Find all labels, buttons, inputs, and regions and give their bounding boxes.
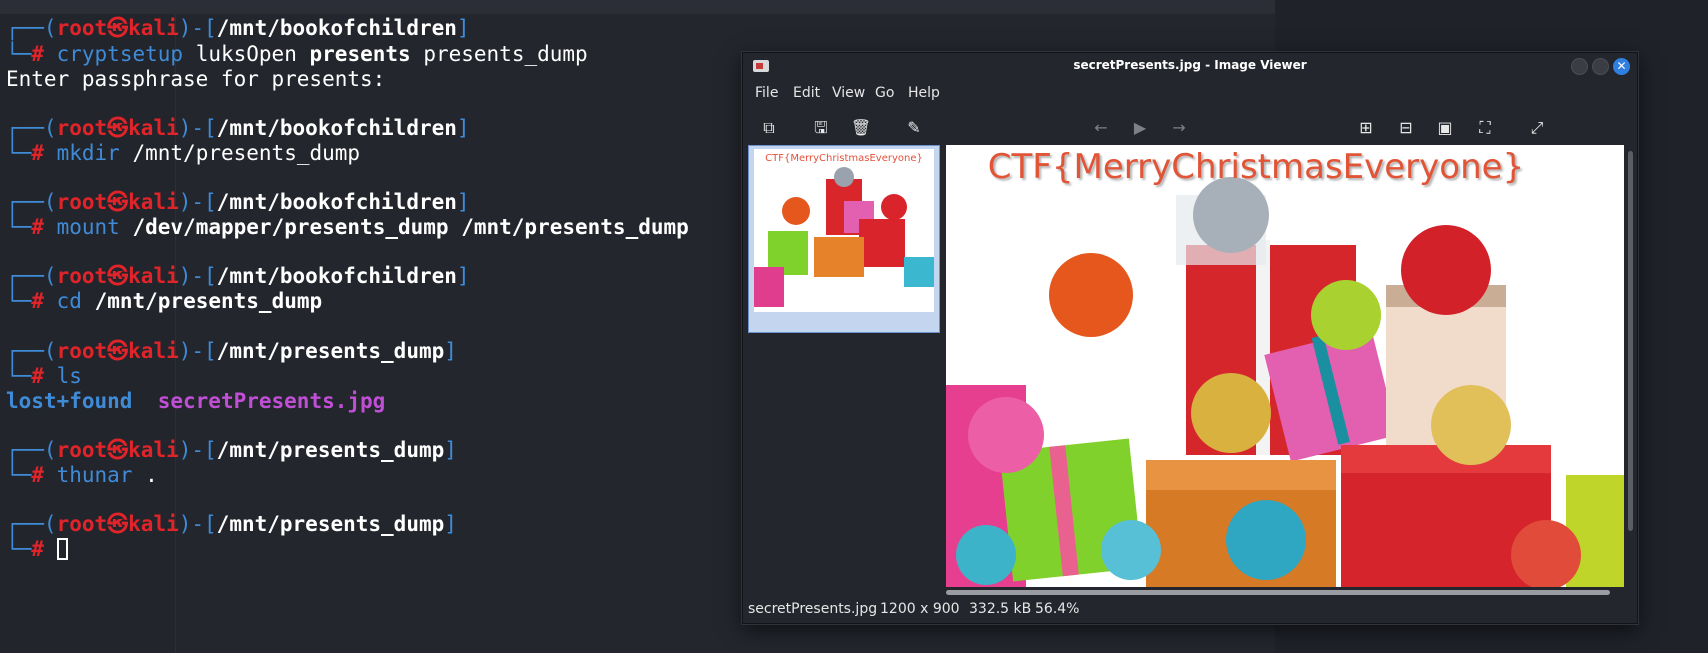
menu-bar: File Edit View Go Help [743,83,1637,105]
delete-icon[interactable]: 🗑 [849,116,873,140]
text-cursor [56,538,68,560]
prompt-line: ┌──(root㉿kali)-[/mnt/bookofchildren] [6,190,470,214]
thumbnail-pane: CTF{MerryChristmasEveryone} [743,145,945,595]
command-line: └─# ls [6,364,82,388]
terminal[interactable]: ┌──(root㉿kali)-[/mnt/bookofchildren] └─#… [0,0,740,653]
status-dimensions: 1200 x 900 [880,601,960,617]
menu-help[interactable]: Help [908,85,940,101]
status-zoom: 56.4% [1035,601,1080,617]
menu-file[interactable]: File [755,85,778,101]
save-icon[interactable]: 🖫 [809,116,833,140]
status-bar: secretPresents.jpg 1200 x 900 332.5 kB 5… [743,599,1637,621]
command-line[interactable]: └─# [6,536,68,562]
zoom-100-icon[interactable]: ▣ [1433,116,1457,140]
gifts-thumbnail-art [754,167,934,307]
fullscreen-icon[interactable]: ⤢ [1525,116,1549,140]
image-caption: CTF{MerryChristmasEveryone} [987,147,1525,187]
prompt-line: ┌──(root㉿kali)-[/mnt/bookofchildren] [6,264,470,288]
prompt-line: ┌──(root㉿kali)-[/mnt/presents_dump] [6,339,457,363]
toolbar: ⧉ 🖫 🗑 ✎ ← ▶ → ⊞ ⊟ ▣ ⛶ ⤢ [743,113,1637,143]
status-filename: secretPresents.jpg [748,601,878,617]
close-button[interactable]: ✕ [1613,58,1630,75]
title-bar[interactable]: secretPresents.jpg - Image Viewer ✕ [743,53,1637,81]
command-line: └─# cd /mnt/presents_dump [6,289,323,313]
main-image[interactable]: CTF{MerryChristmasEveryone} [946,145,1624,587]
ls-output: lost+found secretPresents.jpg [6,389,386,413]
back-arrow-icon[interactable]: ← [1089,116,1113,140]
edit-icon[interactable]: ✎ [902,116,926,140]
prompt-line: ┌──(root㉿kali)-[/mnt/bookofchildren] [6,16,470,40]
command-line: └─# mount /dev/mapper/presents_dump /mnt… [6,215,689,239]
open-icon[interactable]: ⧉ [757,116,781,140]
window-title: secretPresents.jpg - Image Viewer [1073,58,1307,72]
zoom-out-icon[interactable]: ⊟ [1394,116,1418,140]
zoom-in-icon[interactable]: ⊞ [1354,116,1378,140]
menu-edit[interactable]: Edit [793,85,820,101]
menu-go[interactable]: Go [875,85,894,101]
command-line: └─# mkdir /mnt/presents_dump [6,141,361,165]
output-line: Enter passphrase for presents: [6,67,386,91]
fit-icon[interactable]: ⛶ [1473,116,1497,140]
forward-arrow-icon[interactable]: → [1167,116,1191,140]
menu-view[interactable]: View [832,85,865,101]
status-filesize: 332.5 kB [969,601,1032,617]
gifts-image-art [946,177,1624,587]
command-line: └─# thunar . [6,463,158,487]
vertical-scrollbar[interactable] [1628,151,1633,531]
image-viewer-window[interactable]: secretPresents.jpg - Image Viewer ✕ File… [742,52,1638,624]
horizontal-scrollbar[interactable] [946,590,1610,595]
prompt-line: ┌──(root㉿kali)-[/mnt/presents_dump] [6,438,457,462]
prompt-line: ┌──(root㉿kali)-[/mnt/presents_dump] [6,512,457,536]
thumbnail-selected[interactable]: CTF{MerryChristmasEveryone} [748,145,940,333]
play-icon[interactable]: ▶ [1128,116,1152,140]
minimize-button[interactable] [1571,58,1588,75]
prompt-line: ┌──(root㉿kali)-[/mnt/bookofchildren] [6,116,470,140]
thumbnail-image: CTF{MerryChristmasEveryone} [754,149,934,312]
maximize-button[interactable] [1592,58,1609,75]
command-line: └─# cryptsetup luksOpen presents present… [6,42,588,66]
